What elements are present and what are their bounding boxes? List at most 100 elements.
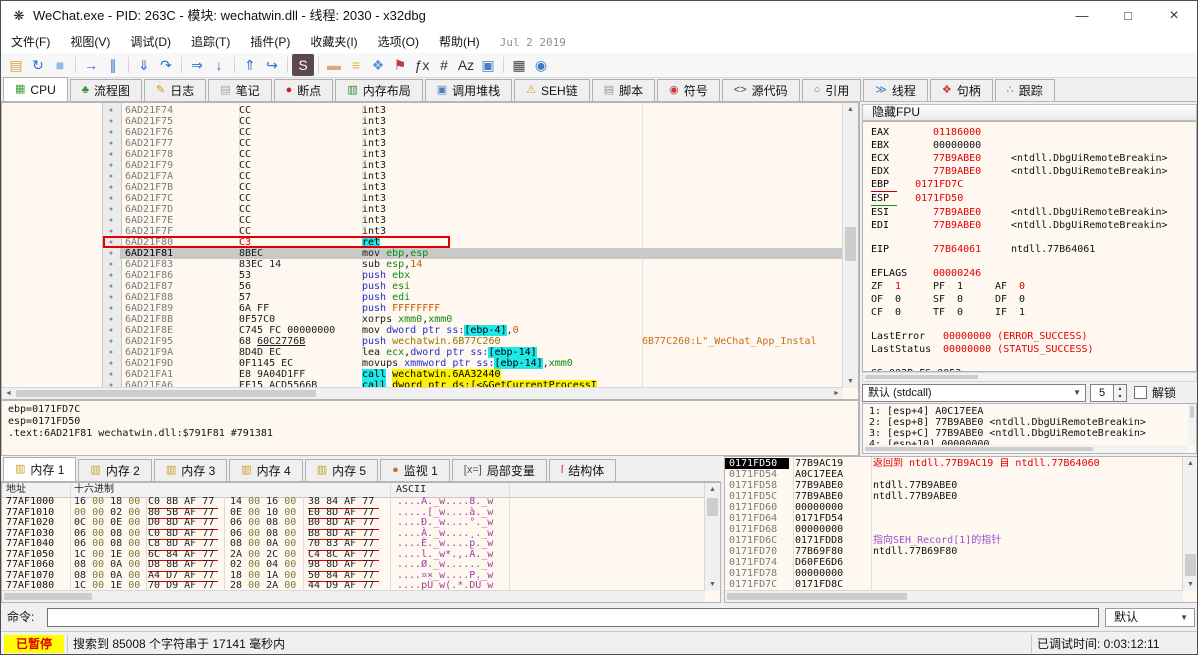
breakpoint-dot[interactable]: ●	[102, 127, 120, 138]
register-row[interactable]: ECX77B9ABE0<ntdll.DbgUiRemoteBreakin>	[871, 152, 1196, 165]
hide-fpu-button[interactable]: 隐藏FPU	[862, 104, 1197, 121]
call-arguments-list[interactable]: 1: [esp+4] A0C17EEA2: [esp+8] 77B9ABE0 <…	[862, 403, 1197, 454]
strings-icon[interactable]: Az	[455, 54, 477, 76]
breakpoint-dot[interactable]: ●	[102, 358, 120, 369]
disasm-row[interactable]: 6AD21F78CCint3	[120, 149, 845, 160]
disasm-row[interactable]: 6AD21F9568 60C2776Bpush wechatwin.6B77C2…	[120, 336, 845, 347]
disasm-row[interactable]: 6AD21F7ACCint3	[120, 171, 845, 182]
restart-icon[interactable]: ↻	[27, 54, 49, 76]
disasm-row[interactable]: 6AD21F8857push edi	[120, 292, 845, 303]
stack-row[interactable]: 0171FD6C0171FDD8指向SEH_Record[1]的指针	[725, 535, 1183, 546]
step-out-icon[interactable]: ⇑	[239, 54, 261, 76]
register-row[interactable]: OF0SF0DF0	[871, 293, 1196, 306]
register-row[interactable]: LastError00000000 (ERROR_SUCCESS)	[871, 330, 1196, 343]
menu-item[interactable]: 帮助(H)	[429, 31, 490, 53]
tab-引用[interactable]: ○引用	[802, 79, 862, 101]
menu-item[interactable]: 追踪(T)	[181, 31, 240, 53]
stack-row[interactable]: 0171FD54A0C17EEA	[725, 469, 1183, 480]
dump-vscrollbar[interactable]: ▲▼	[704, 483, 720, 591]
stack-row[interactable]: 0171FD5877B9ABE0ntdll.77B9ABE0	[725, 480, 1183, 491]
close-button[interactable]: ×	[1151, 1, 1197, 31]
disasm-row[interactable]: 6AD21F75CCint3	[120, 116, 845, 127]
disasm-row[interactable]: 6AD21FA1E8 9A04D1FFcall wechatwin.6AA324…	[120, 369, 845, 380]
checksum-icon[interactable]: #	[433, 54, 455, 76]
disasm-row[interactable]: 6AD21F8383EC 14sub esp,14	[120, 259, 845, 270]
breakpoint-dot[interactable]: ●	[102, 116, 120, 127]
disasm-row[interactable]: 6AD21F8EC745 FC 00000000mov dword ptr ss…	[120, 325, 845, 336]
breakpoint-dot[interactable]: ●	[102, 193, 120, 204]
open-file-icon[interactable]: ▤	[5, 54, 27, 76]
comments-icon[interactable]: ≡	[345, 54, 367, 76]
labels-icon[interactable]: ❖	[367, 54, 389, 76]
tab-笔记[interactable]: ▤笔记	[208, 79, 271, 101]
breakpoint-dot[interactable]: ●	[102, 138, 120, 149]
tab-CPU[interactable]: ▦CPU	[3, 77, 68, 101]
disasm-vscrollbar[interactable]: ▲▼	[842, 103, 858, 388]
calculator-icon[interactable]: ▦	[508, 54, 530, 76]
call-argument-row[interactable]: 3: [esp+C] 77B9ABE0 <ntdll.DbgUiRemoteBr…	[869, 428, 1196, 439]
registers-hscrollbar[interactable]	[862, 372, 1197, 382]
tab-句柄[interactable]: ❖句柄	[930, 79, 993, 101]
tab-脚本[interactable]: ▤脚本	[592, 79, 655, 101]
breakpoint-dot[interactable]: ●	[102, 281, 120, 292]
stop-icon[interactable]: ■	[49, 54, 71, 76]
disasm-row[interactable]: 6AD21F8653push ebx	[120, 270, 845, 281]
register-row[interactable]: EIP77B64061ntdll.77B64061	[871, 243, 1196, 256]
breakpoint-dot[interactable]: ●	[102, 215, 120, 226]
args-hscrollbar[interactable]	[863, 445, 1188, 453]
breakpoint-dot[interactable]: ●	[102, 248, 120, 259]
calling-convention-select[interactable]: 默认 (stdcall)▼	[862, 384, 1086, 402]
disasm-row[interactable]: 6AD21F79CCint3	[120, 160, 845, 171]
stack-row[interactable]: 0171FD6800000000	[725, 524, 1183, 535]
tab-监视 1[interactable]: ●监视 1	[380, 459, 450, 481]
breakpoint-dot[interactable]: ●	[102, 303, 120, 314]
args-vscrollbar[interactable]	[1188, 404, 1196, 445]
tab-内存 3[interactable]: ▥内存 3	[154, 459, 227, 481]
report-bug-icon[interactable]: ▣	[477, 54, 499, 76]
stack-row[interactable]: 0171FD6000000000	[725, 502, 1183, 513]
stack-row[interactable]: 0171FD74D60FE6D6	[725, 557, 1183, 568]
register-row[interactable]: ESI77B9ABE0<ntdll.DbgUiRemoteBreakin>	[871, 206, 1196, 219]
disasm-row[interactable]: 6AD21F77CCint3	[120, 138, 845, 149]
menu-item[interactable]: 选项(O)	[368, 31, 429, 53]
tab-线程[interactable]: ≫线程	[863, 79, 928, 101]
disasm-row[interactable]: 6AD21F76CCint3	[120, 127, 845, 138]
tab-SEH链[interactable]: ⚠SEH链	[514, 79, 590, 101]
run-until-return-icon[interactable]: ↓	[208, 54, 230, 76]
minimize-button[interactable]: —	[1059, 1, 1105, 31]
register-row[interactable]: EFLAGS00000246	[871, 267, 1196, 280]
stack-row[interactable]: 0171FD7800000000	[725, 568, 1183, 579]
dump-hscrollbar[interactable]	[2, 590, 705, 602]
menu-item[interactable]: 视图(V)	[60, 31, 120, 53]
register-row[interactable]: CF0TF0IF1	[871, 306, 1196, 319]
tab-内存布局[interactable]: ▥内存布局	[335, 79, 422, 101]
scylla-icon[interactable]: S	[292, 54, 314, 76]
menu-item[interactable]: 插件(P)	[240, 31, 300, 53]
tab-内存 1[interactable]: ▥内存 1	[3, 457, 76, 481]
tab-日志[interactable]: ✎日志	[144, 79, 206, 101]
tab-跟踪[interactable]: ∴跟踪	[995, 79, 1055, 101]
register-row[interactable]: EDI77B9ABE0<ntdll.DbgUiRemoteBreakin>	[871, 219, 1196, 232]
tab-调用堆栈[interactable]: ▣调用堆栈	[425, 79, 512, 101]
disasm-row[interactable]: 6AD21F9A8D4D EClea ecx,dword ptr ss:[ebp…	[120, 347, 845, 358]
step-into-icon[interactable]: ⇓	[133, 54, 155, 76]
disassembly-pane[interactable]: ●●●●●●●●●●●●●●●●●●●●●●●●●● 6AD21F74CCint…	[1, 102, 859, 400]
tab-流程图[interactable]: ♣流程图	[70, 79, 142, 101]
breakpoint-dot[interactable]: ●	[102, 171, 120, 182]
tab-符号[interactable]: ◉符号	[657, 79, 720, 101]
breakpoint-dot[interactable]: ●	[102, 369, 120, 380]
help-globe-icon[interactable]: ◉	[530, 54, 552, 76]
register-row[interactable]: EBP 0171FD7C	[871, 178, 1196, 192]
register-row[interactable]: ZF1PF1AF0	[871, 280, 1196, 293]
breakpoint-dot[interactable]: ●	[102, 149, 120, 160]
tab-内存 2[interactable]: ▥内存 2	[78, 459, 151, 481]
disasm-row[interactable]: 6AD21F818BECmov ebp,esp	[120, 248, 845, 259]
disasm-row[interactable]: 6AD21F7CCCint3	[120, 193, 845, 204]
breakpoint-dot[interactable]: ●	[102, 347, 120, 358]
breakpoint-dot[interactable]: ●	[102, 259, 120, 270]
register-row[interactable]: EAX01186000	[871, 126, 1196, 139]
stack-row[interactable]: 0171FD640171FD54	[725, 513, 1183, 524]
breakpoint-dot[interactable]: ●	[102, 160, 120, 171]
command-profile-select[interactable]: 默认▼	[1105, 608, 1195, 627]
patches-icon[interactable]: ▬	[323, 54, 345, 76]
